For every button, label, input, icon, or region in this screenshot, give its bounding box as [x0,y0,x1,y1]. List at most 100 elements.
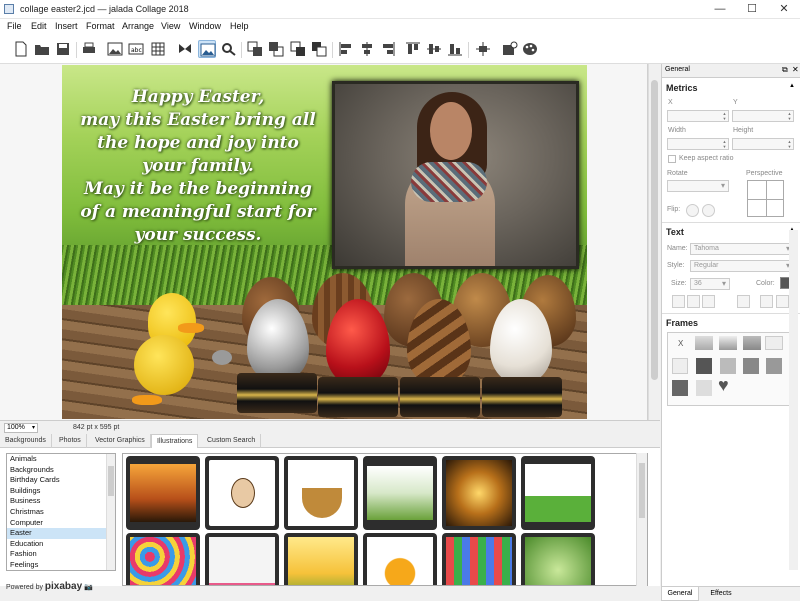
text-align-center-icon[interactable] [687,295,700,308]
insert-text-icon[interactable]: abc [127,40,145,58]
frame-option[interactable] [672,358,688,374]
close-button[interactable]: ✕ [768,0,800,19]
thumbnail-flower-border[interactable] [205,533,279,585]
thumbnail-green-frame[interactable] [521,533,595,585]
close-icon[interactable]: ✕ [792,65,799,74]
scrollbar-thumb[interactable] [651,80,658,380]
font-style-select[interactable]: Regular [690,260,794,272]
list-item[interactable]: Christmas [7,507,115,518]
thumbnail-meadow-eggs[interactable] [284,533,358,585]
font-name-select[interactable]: Tahoma [690,243,794,255]
frame-option[interactable] [765,336,783,350]
frame-option[interactable] [696,380,712,396]
list-item[interactable]: Birthday Cards [7,475,115,486]
width-input[interactable] [667,138,729,150]
thumbnail-egg-grid[interactable] [442,533,516,585]
frame-option[interactable] [720,358,736,374]
list-item[interactable]: Buildings [7,486,115,497]
tab-photos[interactable]: Photos [54,434,87,448]
magnifier-icon[interactable] [219,40,237,58]
no-frame-option[interactable]: X [678,339,683,348]
y-input[interactable] [732,110,794,122]
text-underline-icon[interactable] [776,295,789,308]
frame-option[interactable] [672,380,688,396]
thumbnail-gift-egg[interactable] [363,533,437,585]
thumbnail-crucifix[interactable] [442,456,516,530]
align-right-icon[interactable] [379,40,397,58]
insert-table-icon[interactable] [149,40,167,58]
tab-backgrounds[interactable]: Backgrounds [0,434,52,448]
align-middle-icon[interactable] [425,40,443,58]
thumbnail-colored-eggs[interactable] [126,533,200,585]
list-item[interactable]: Education [7,539,115,550]
perspective-grid[interactable] [747,180,784,217]
menu-help[interactable]: Help [230,21,249,31]
gallery-scrollbar[interactable] [636,453,647,586]
distribute-icon[interactable] [474,40,492,58]
maximize-button[interactable]: ☐ [736,0,768,19]
save-icon[interactable] [54,40,72,58]
font-size-select[interactable]: 36 [690,278,730,290]
keep-aspect-checkbox[interactable] [668,155,676,163]
align-top-icon[interactable] [404,40,422,58]
list-item[interactable]: Business [7,496,115,507]
panel-scrollbar[interactable] [789,230,798,570]
tab-custom-search[interactable]: Custom Search [202,434,262,448]
menu-view[interactable]: View [161,21,180,31]
tab-vector-graphics[interactable]: Vector Graphics [90,434,151,448]
canvas-vertical-scrollbar[interactable] [648,64,660,420]
menu-window[interactable]: Window [189,21,221,31]
align-center-icon[interactable] [358,40,376,58]
thumbnail-crosses-sunset[interactable] [126,456,200,530]
list-item[interactable]: Backgrounds [7,465,115,476]
menu-edit[interactable]: Edit [31,21,47,31]
flip-vertical-icon[interactable] [702,204,715,217]
page-setup-icon[interactable] [500,40,518,58]
text-align-left-icon[interactable] [672,295,685,308]
tab-illustrations[interactable]: Illustrations [151,434,199,448]
bring-to-front-icon[interactable] [289,40,307,58]
frame-option[interactable] [695,336,713,350]
menu-insert[interactable]: Insert [55,21,78,31]
list-item[interactable]: Computer [7,518,115,529]
tab-effects[interactable]: Effects [703,587,739,601]
list-item[interactable]: Animals [7,454,115,465]
collapse-icon[interactable]: ▲ [789,83,795,89]
text-align-right-icon[interactable] [702,295,715,308]
open-folder-icon[interactable] [33,40,51,58]
category-scrollbar[interactable] [106,454,115,570]
pin-icon[interactable]: ⧉ [782,65,788,75]
thumbnail-egg-basket[interactable] [284,456,358,530]
frame-option[interactable] [766,358,782,374]
butterfly-clipart-icon[interactable] [176,40,194,58]
menu-arrange[interactable]: Arrange [122,21,154,31]
flip-horizontal-icon[interactable] [686,204,699,217]
align-left-icon[interactable] [337,40,355,58]
send-backward-icon[interactable] [267,40,285,58]
frame-option[interactable] [743,358,759,374]
height-input[interactable] [732,138,794,150]
minimize-button[interactable]: — [704,0,736,19]
menu-format[interactable]: Format [86,21,115,31]
collage-page[interactable]: Happy Easter, may this Easter bring all … [62,65,587,419]
bring-forward-icon[interactable] [246,40,264,58]
list-item[interactable]: Fashion [7,549,115,560]
category-list[interactable]: Animals Backgrounds Birthday Cards Build… [6,453,116,571]
pixabay-logo[interactable]: pixabay [45,581,82,592]
tab-general[interactable]: General [661,587,699,601]
frame-option[interactable] [743,336,761,350]
zoom-select[interactable]: 100% ▾ [4,423,38,433]
list-item[interactable]: Feelings [7,560,115,570]
thumbnail-bunny[interactable] [205,456,279,530]
background-image-icon[interactable] [198,40,216,58]
frame-option[interactable] [719,336,737,350]
photo-frame[interactable] [332,81,579,269]
frame-option[interactable] [696,358,712,374]
rotate-select[interactable] [667,180,729,192]
insert-image-icon[interactable] [106,40,124,58]
menu-file[interactable]: File [7,21,22,31]
text-italic-icon[interactable] [760,295,773,308]
print-icon[interactable] [80,40,98,58]
list-item-selected[interactable]: Easter [7,528,115,539]
color-palette-icon[interactable] [521,40,539,58]
